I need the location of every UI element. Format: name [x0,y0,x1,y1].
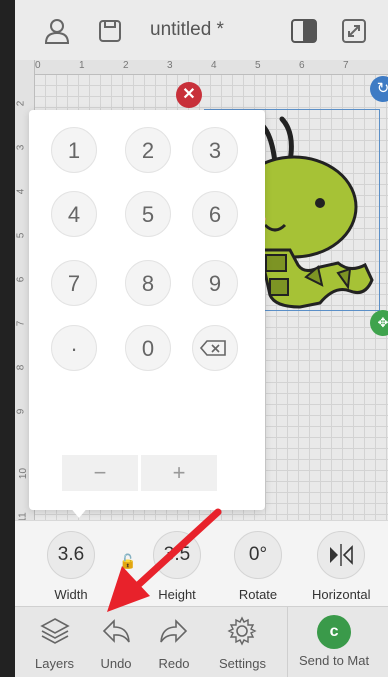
split-view-icon[interactable] [290,17,318,45]
toolbar-divider [287,607,288,677]
width-value[interactable]: 3.6 [47,531,95,579]
ruler-mark: 8 [15,364,27,371]
rotate-icon[interactable]: ↻ [370,76,388,102]
key-7[interactable]: 7 [51,260,97,306]
ruler-mark: 9 [15,408,27,415]
layers-label: Layers [35,656,75,671]
increment-button[interactable]: + [141,455,217,491]
fullscreen-icon[interactable] [340,17,368,45]
bottom-toolbar: Layers Undo Redo Settings c Send to Mat [15,606,388,677]
keypad-pointer [69,506,89,518]
app-window: untitled * 0 1 2 3 4 5 6 7 2 3 4 5 6 7 8… [15,0,388,677]
undo-button[interactable]: Undo [100,615,132,671]
settings-icon [227,616,258,646]
flip-horizontal-icon[interactable] [317,531,366,579]
ruler-mark: 3 [167,60,173,71]
send-to-mat-button[interactable]: c Send to Mat [299,615,369,668]
ruler-mark: 2 [123,60,129,71]
ruler-mark: 6 [299,60,305,71]
ruler-mark: 4 [211,60,217,71]
key-0[interactable]: 0 [125,325,171,371]
ruler-mark: 10 [18,467,30,480]
redo-button[interactable]: Redo [158,615,190,671]
ruler-mark: 0 [35,60,41,71]
rotate-label: Rotate [238,587,278,602]
redo-label: Redo [158,656,190,671]
height-value[interactable]: 3.5 [153,531,201,579]
redo-icon [160,619,188,643]
layers-button[interactable]: Layers [35,615,74,671]
profile-icon[interactable] [43,17,71,45]
ruler-mark: 1 [79,60,85,71]
key-8[interactable]: 8 [125,260,171,306]
undo-label: Undo [100,656,132,671]
key-6[interactable]: 6 [192,191,238,237]
properties-panel: 3.6 Width 🔓 3.5 Height 0° Rotate Horizon… [15,520,388,606]
key-decimal[interactable]: · [51,325,97,371]
width-control[interactable]: 3.6 Width [47,531,95,602]
rotate-control[interactable]: 0° Rotate [234,531,282,602]
height-label: Height [158,587,196,602]
undo-icon [102,619,130,643]
settings-label: Settings [219,656,266,671]
backspace-icon[interactable] [192,325,238,371]
width-label: Width [54,587,88,602]
key-2[interactable]: 2 [125,127,171,173]
delete-icon[interactable]: ✕ [176,82,202,108]
numeric-keypad: 1 2 3 4 5 6 7 8 9 · 0 − + [29,110,265,510]
lock-icon[interactable]: 🔓 [119,553,136,570]
ruler-mark: 5 [255,60,261,71]
top-ruler: 0 1 2 3 4 5 6 7 [15,60,388,75]
ruler-mark: 7 [15,320,27,327]
key-9[interactable]: 9 [192,260,238,306]
send-to-mat-label: Send to Mat [299,653,370,668]
ruler-mark: 2 [15,100,27,107]
key-1[interactable]: 1 [51,127,97,173]
save-icon[interactable] [96,17,124,45]
top-bar: untitled * [15,0,388,61]
flip-label: Horizontal [312,587,371,602]
ruler-mark: 4 [15,188,27,195]
rotate-value[interactable]: 0° [234,531,282,579]
decrement-button[interactable]: − [62,455,138,491]
document-title: untitled * [150,19,224,40]
height-control[interactable]: 3.5 Height [153,531,201,602]
move-icon[interactable]: ✥ [370,310,388,336]
key-5[interactable]: 5 [125,191,171,237]
key-4[interactable]: 4 [51,191,97,237]
layers-icon [39,618,70,644]
key-3[interactable]: 3 [192,127,238,173]
ruler-mark: 6 [15,276,27,283]
send-to-mat-icon: c [317,615,352,649]
settings-button[interactable]: Settings [219,615,266,671]
flip-control[interactable]: Horizontal [312,531,371,602]
ruler-mark: 5 [15,232,27,239]
ruler-mark: 7 [343,60,349,71]
ruler-mark: 3 [15,144,27,151]
